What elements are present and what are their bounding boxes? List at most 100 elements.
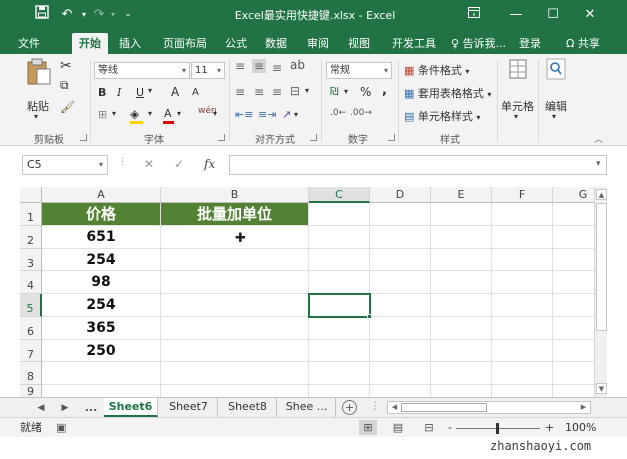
page-break-view-icon[interactable]: ⊟ [420,420,438,435]
tab-data[interactable]: 数据 [260,33,292,54]
grid-cell[interactable] [42,362,161,385]
font-launcher-icon[interactable] [218,134,225,141]
cell-styles-button[interactable]: ▤ 单元格样式 ▾ [404,108,480,124]
grid-cell[interactable] [370,362,431,385]
orientation-icon[interactable]: ab [290,58,305,72]
grid-cell[interactable] [161,271,309,294]
grid-cell[interactable] [161,317,309,340]
formula-input[interactable] [229,155,607,175]
tab-view[interactable]: 视图 [343,33,375,54]
minimize-button[interactable]: — [503,4,529,26]
italic-button[interactable]: I [117,86,121,99]
phonetic-dropdown-icon[interactable]: ▾ [213,109,217,118]
cell-a3[interactable]: 254 [42,249,161,271]
align-top-icon[interactable]: ≡ [235,59,245,73]
decrease-decimal-icon[interactable]: .00→ [350,108,372,118]
decrease-indent-icon[interactable]: ⇤≡ [235,108,253,121]
grid-cell[interactable] [370,249,431,271]
grid-cell[interactable] [309,362,370,385]
row-header-1[interactable]: 1 [20,203,42,226]
number-format-select[interactable]: 常规 ▾ [326,62,392,79]
cut-icon[interactable]: ✂ [60,58,72,74]
conditional-formatting-button[interactable]: ▦ 条件格式 ▾ [404,62,469,78]
row-header-5[interactable]: 5 [20,294,42,317]
tab-developer[interactable]: 开发工具 [386,33,442,54]
grid-cell[interactable] [431,385,492,397]
shrink-font-button[interactable]: A [192,87,199,98]
align-middle-icon[interactable]: ≡ [252,59,267,73]
grid-cell[interactable] [431,362,492,385]
grid-cell[interactable] [370,203,431,226]
grid-cell[interactable] [370,226,431,249]
grid-cell[interactable] [492,271,553,294]
align-center-icon[interactable]: ≡ [254,85,264,99]
grid-cell[interactable] [431,340,492,362]
font-color-dropdown-icon[interactable]: ▾ [177,109,181,118]
increase-indent-icon[interactable]: ≡⇥ [258,108,276,121]
cell-a1[interactable]: 价格 [42,203,161,226]
grid-cell[interactable] [492,203,553,226]
grid-cell[interactable] [431,203,492,226]
scroll-left-icon[interactable]: ◀ [389,402,400,413]
sheet-tab-sheet7[interactable]: Sheet7 [160,398,218,417]
customize-toolbar-icon[interactable]: ₌ [122,5,134,25]
add-sheet-button[interactable]: + [342,400,357,415]
scroll-down-icon[interactable]: ▼ [596,383,607,394]
row-header-7[interactable]: 7 [20,340,42,362]
ribbon-display-icon[interactable] [461,4,487,26]
tab-review[interactable]: 审阅 [302,33,334,54]
percent-style-button[interactable]: % [360,85,371,99]
close-button[interactable]: ✕ [577,4,603,26]
grid-cell[interactable] [553,385,594,397]
grid-cell[interactable] [309,385,370,397]
redo-dropdown-icon[interactable]: ▾ [108,5,118,25]
zoom-out-button[interactable]: - [448,421,452,435]
align-left-icon[interactable]: ≡ [235,85,245,99]
grid-cell[interactable] [492,249,553,271]
grid-cell[interactable] [309,249,370,271]
row-header-4[interactable]: 4 [20,271,42,294]
grid-cell[interactable] [370,317,431,340]
grid-cell[interactable] [161,249,309,271]
undo-dropdown-icon[interactable]: ▾ [78,5,90,25]
grid-cell[interactable] [431,226,492,249]
grid-cell[interactable] [161,294,309,317]
grid-cell[interactable] [553,271,594,294]
horizontal-scrollbar[interactable]: ◀ ▶ [387,401,591,414]
tell-me-search[interactable]: ♀ 告诉我... [451,33,506,54]
scroll-right-icon[interactable]: ▶ [578,402,589,413]
sheet-tab-sheet6[interactable]: Sheet6 [104,398,158,417]
grid-cell[interactable] [161,362,309,385]
text-direction-icon[interactable]: ↗ [282,108,291,121]
comma-style-button[interactable]: , [382,83,387,98]
normal-view-icon[interactable]: ⊞ [359,420,377,435]
select-all-corner[interactable] [20,187,42,203]
row-header-3[interactable]: 3 [20,249,42,271]
enter-icon[interactable]: ✓ [174,157,184,171]
vertical-scrollbar[interactable]: ▲ ▼ [594,187,607,397]
grid-cell[interactable] [553,317,594,340]
grid-cell[interactable] [553,294,594,317]
column-header-g[interactable]: G [553,187,594,203]
align-right-icon[interactable]: ≡ [272,85,282,99]
grid-cell[interactable] [309,203,370,226]
zoom-in-button[interactable]: + [545,421,554,435]
number-launcher-icon[interactable] [388,134,395,141]
collapse-ribbon-icon[interactable]: ︿ [594,132,603,145]
row-header-9[interactable]: 9 [20,385,42,397]
grid-cell[interactable] [553,226,594,249]
fill-color-icon[interactable]: ◈ [130,107,139,121]
column-header-b[interactable]: B [161,187,309,203]
cell-a5[interactable]: 254 [42,294,161,317]
grid-cell[interactable] [309,271,370,294]
grid-cell[interactable] [553,249,594,271]
active-cell-selection[interactable] [308,293,371,318]
sheet-tab-more[interactable]: Shee ... [278,398,336,417]
expand-formula-bar-icon[interactable]: ▾ [596,159,601,169]
grid-cell[interactable] [553,340,594,362]
zoom-slider-knob[interactable] [496,423,499,434]
grid-cell[interactable] [492,385,553,397]
grid-cell[interactable] [553,362,594,385]
fill-color-dropdown-icon[interactable]: ▾ [148,109,152,118]
accounting-format-icon[interactable]: ₪ [330,85,339,98]
